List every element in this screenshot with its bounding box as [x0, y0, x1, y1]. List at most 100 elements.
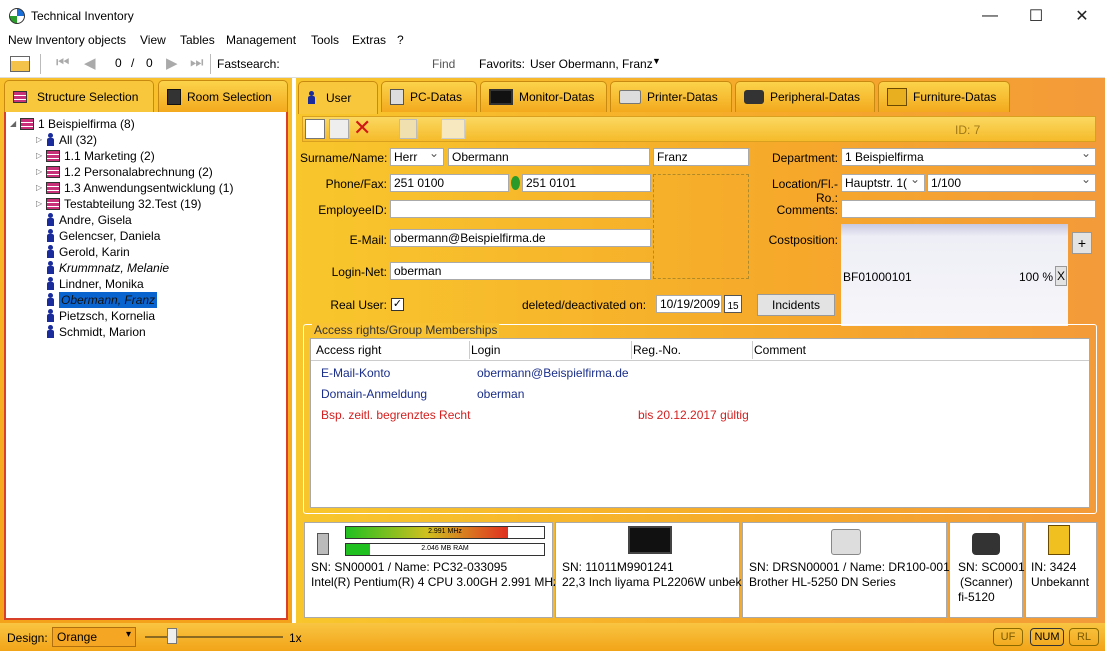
- login-field[interactable]: oberman: [390, 262, 651, 280]
- tree-item[interactable]: Lindner, Monika: [10, 276, 286, 292]
- pc-card[interactable]: 2.991 MHz 2.046 MB RAM SN: SN00001 / Nam…: [304, 522, 559, 618]
- phone-field[interactable]: 251 0100: [390, 174, 509, 192]
- tree-item[interactable]: ▷ Testabteilung 32.Test (19): [10, 196, 286, 212]
- col-login[interactable]: Login: [471, 343, 500, 357]
- phone-icon[interactable]: [511, 176, 520, 190]
- tab-pc-datas[interactable]: PC-Datas: [381, 81, 477, 112]
- location-select[interactable]: Hauptstr. 1(: [841, 174, 925, 192]
- tree-item[interactable]: ▷ 1.3 Anwendungsentwicklung (1): [10, 180, 286, 196]
- notes-icon[interactable]: [441, 119, 465, 139]
- next-record-icon[interactable]: ▶: [166, 54, 178, 72]
- expand-icon[interactable]: ▷: [36, 196, 46, 212]
- expand-icon[interactable]: ▷: [36, 164, 46, 180]
- deleted-date-field[interactable]: 10/19/2009: [656, 295, 722, 313]
- collapse-icon[interactable]: ◢: [10, 116, 20, 132]
- comments-field[interactable]: [841, 200, 1096, 218]
- salutation-select[interactable]: Herr: [390, 148, 444, 166]
- photo-placeholder[interactable]: [653, 174, 749, 279]
- menu-extras[interactable]: Extras: [352, 33, 386, 47]
- surname-field[interactable]: Obermann: [448, 148, 650, 166]
- expand-icon[interactable]: ▷: [36, 132, 46, 148]
- tree-item[interactable]: Pietzsch, Kornelia: [10, 308, 286, 324]
- tree-item[interactable]: ▷ 1.1 Marketing (2): [10, 148, 286, 164]
- person-icon: [46, 325, 55, 339]
- tree-item-label: 1.3 Anwendungsentwicklung (1): [64, 181, 234, 195]
- department-icon: [46, 150, 60, 162]
- new-record-icon[interactable]: [305, 119, 325, 139]
- col-regno[interactable]: Reg.-No.: [633, 343, 681, 357]
- cpu-bar: 2.991 MHz: [345, 526, 545, 539]
- fax-field[interactable]: 251 0101: [522, 174, 651, 192]
- tree-item[interactable]: ▷ All (32): [10, 132, 286, 148]
- cost-code: BF01000101: [843, 270, 912, 284]
- peripheral-card[interactable]: SN: SC0001 (Scanner) fi-5120: [949, 522, 1025, 618]
- tab-room-selection[interactable]: Room Selection: [158, 80, 288, 112]
- design-select[interactable]: Orange ▾: [52, 627, 136, 647]
- expand-icon[interactable]: ▷: [36, 148, 46, 164]
- room-select[interactable]: 1/100: [927, 174, 1096, 192]
- tree-item[interactable]: ▷ 1.2 Personalabrechnung (2): [10, 164, 286, 180]
- table-row[interactable]: Domain-Anmeldung oberman: [317, 384, 1085, 404]
- costposition-list: BF01000101 100 % X: [841, 224, 1068, 326]
- furniture-line1: IN: 3424: [1031, 560, 1077, 574]
- zoom-slider-thumb[interactable]: [167, 628, 177, 644]
- tree-item[interactable]: Obermann, Franz: [10, 292, 286, 308]
- chevron-down-icon[interactable]: ▼: [652, 56, 661, 66]
- realuser-checkbox[interactable]: ✓: [391, 298, 404, 311]
- calendar-picker-icon[interactable]: 15: [724, 295, 742, 313]
- favorites-dropdown[interactable]: User Obermann, Franz: [530, 57, 653, 71]
- record-id: ID: 7: [955, 123, 981, 137]
- menu-tools[interactable]: Tools: [311, 33, 339, 47]
- calendar-icon[interactable]: [10, 56, 30, 72]
- design-value: Orange: [57, 630, 98, 644]
- menu-view[interactable]: View: [140, 33, 166, 47]
- email-field[interactable]: obermann@Beispielfirma.de: [390, 229, 651, 247]
- table-row[interactable]: E-Mail-Konto obermann@Beispielfirma.de: [317, 363, 1085, 383]
- menu-help[interactable]: ?: [397, 33, 404, 47]
- department-select[interactable]: 1 Beispielfirma: [841, 148, 1096, 166]
- tab-furniture-datas[interactable]: Furniture-Datas: [878, 81, 1010, 112]
- prev-record-icon[interactable]: ◀: [84, 54, 96, 72]
- maximize-button[interactable]: ☐: [1013, 0, 1059, 32]
- tree-item[interactable]: Schmidt, Marion: [10, 324, 286, 340]
- tree-item[interactable]: Gelencser, Daniela: [10, 228, 286, 244]
- tab-structure-selection[interactable]: Structure Selection: [4, 80, 154, 112]
- col-access-right[interactable]: Access right: [316, 343, 381, 357]
- cost-remove-button[interactable]: X: [1055, 266, 1067, 286]
- close-button[interactable]: ✕: [1059, 0, 1105, 32]
- find-button[interactable]: Find: [432, 57, 455, 71]
- tree-item[interactable]: Krummnatz, Melanie: [10, 260, 286, 276]
- table-row[interactable]: Bsp. zeitl. begrenztes Recht bis 20.12.20…: [317, 405, 1085, 425]
- menu-tables[interactable]: Tables: [180, 33, 215, 47]
- cost-add-button[interactable]: +: [1072, 232, 1092, 254]
- first-record-icon[interactable]: ⏮: [56, 54, 70, 71]
- cell-regno: bis 20.12.2017 gültig: [638, 408, 749, 422]
- printer-card[interactable]: SN: DRSN00001 / Name: DR100-001 Brother …: [742, 522, 950, 618]
- col-comment[interactable]: Comment: [754, 343, 806, 357]
- tree-item[interactable]: Gerold, Karin: [10, 244, 286, 260]
- monitor-card[interactable]: SN: 11011M9901241 22,3 Inch liyama PL220…: [555, 522, 741, 618]
- tree-item-label: Pietzsch, Kornelia: [59, 309, 156, 323]
- copy-record-icon[interactable]: [329, 119, 349, 139]
- firstname-field[interactable]: Franz: [653, 148, 749, 166]
- menu-new-inventory[interactable]: New Inventory objects: [8, 33, 126, 47]
- furniture-card[interactable]: IN: 3424 Unbekannt: [1025, 522, 1097, 618]
- zoom-slider-track[interactable]: [145, 636, 283, 638]
- menu-management[interactable]: Management: [226, 33, 296, 47]
- incidents-button[interactable]: Incidents: [757, 294, 835, 316]
- person-icon: [46, 277, 55, 291]
- minimize-button[interactable]: —: [967, 0, 1013, 32]
- employee-field[interactable]: [390, 200, 651, 218]
- tree-item[interactable]: Andre, Gisela: [10, 212, 286, 228]
- tab-user[interactable]: User: [298, 81, 378, 114]
- expand-icon[interactable]: ▷: [36, 180, 46, 196]
- tab-monitor-datas[interactable]: Monitor-Datas: [480, 81, 607, 112]
- lock-icon[interactable]: [399, 119, 417, 139]
- delete-record-icon[interactable]: ✕: [353, 117, 371, 139]
- tab-printer-datas[interactable]: Printer-Datas: [610, 81, 732, 112]
- department-icon: [46, 198, 60, 210]
- tree-item[interactable]: ◢ 1 Beispielfirma (8): [10, 116, 286, 132]
- tab-peripheral-datas[interactable]: Peripheral-Datas: [735, 81, 875, 112]
- last-record-icon[interactable]: ⏭: [190, 54, 204, 71]
- num-indicator: NUM: [1030, 628, 1064, 646]
